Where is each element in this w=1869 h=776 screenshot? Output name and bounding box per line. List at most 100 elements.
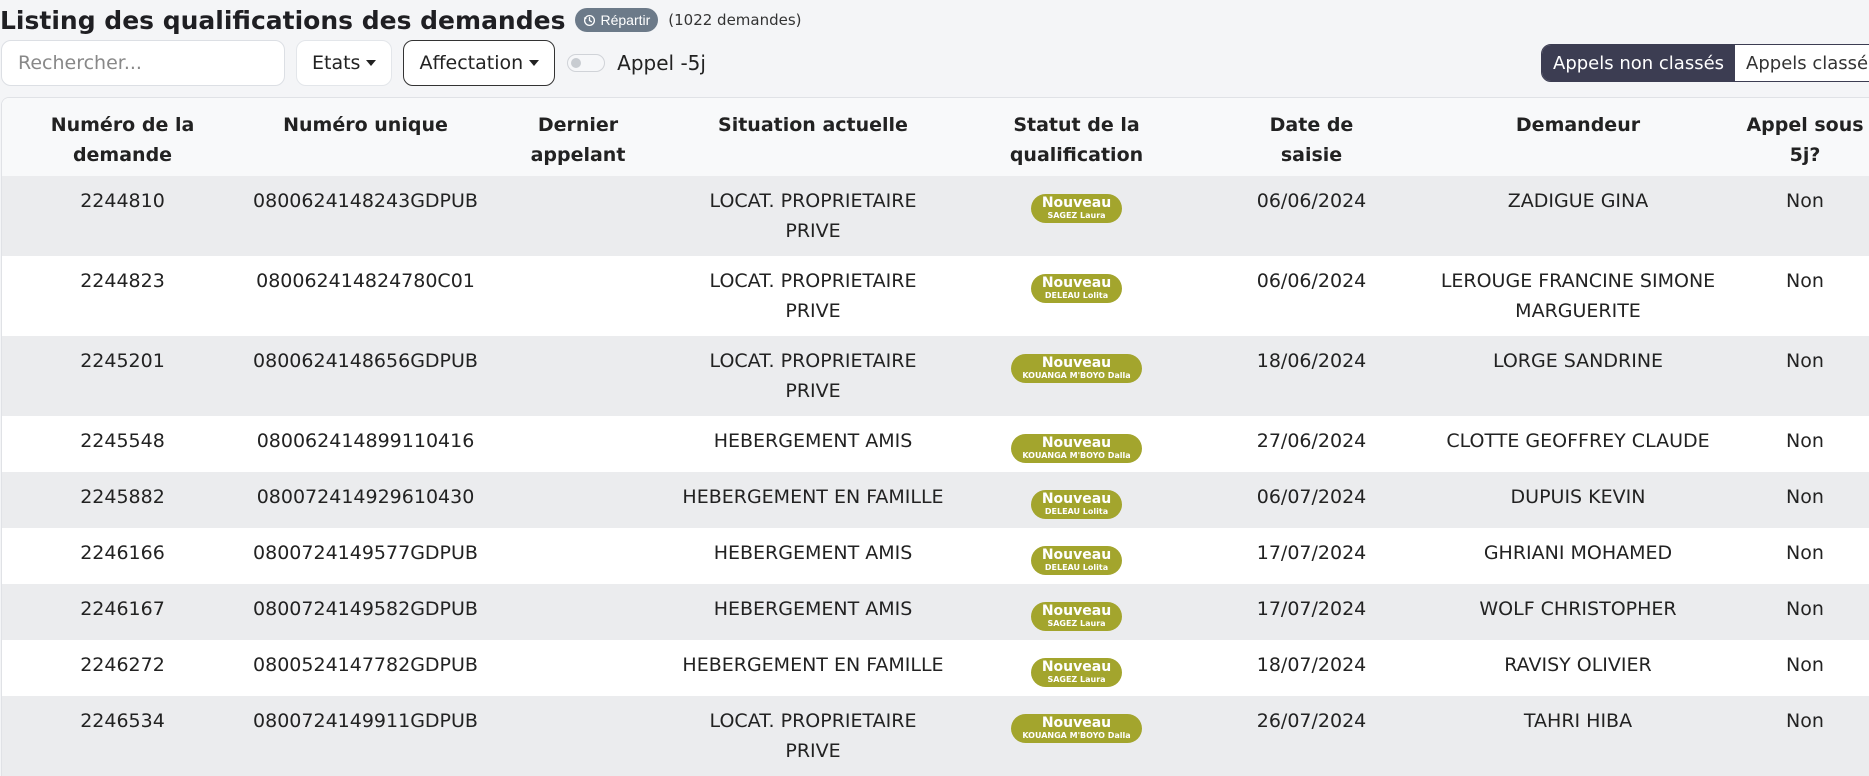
col-demandeur-header[interactable]: Demandeur bbox=[1428, 98, 1728, 176]
situation-line: LOCAT. PROPRIETAIRE bbox=[709, 190, 917, 212]
numero-unique: 0800524147782GDPUB bbox=[253, 654, 478, 676]
status-label: Nouveau bbox=[1041, 195, 1112, 211]
appel-5j-toggle[interactable] bbox=[567, 54, 606, 72]
table-row[interactable]: 2244823 080062414824780C01 LOCAT. PROPRIET… bbox=[2, 256, 1869, 336]
cell-appel-5j: Non bbox=[1728, 472, 1869, 528]
header-label-line: Numéro unique bbox=[283, 114, 448, 136]
status-label: Nouveau bbox=[1041, 715, 1112, 731]
etats-label: Etats bbox=[312, 52, 361, 74]
appel-5j-value: Non bbox=[1786, 430, 1824, 452]
cell-numero-unique: 0800624148656GDPUB bbox=[243, 336, 488, 416]
table-row[interactable]: 2246167 0800724149582GDPUB HEBERGEMENT AMI… bbox=[2, 584, 1869, 640]
repartir-button[interactable]: Répartir bbox=[575, 8, 659, 32]
status-label: Nouveau bbox=[1041, 435, 1112, 451]
appel-5j-value: Non bbox=[1786, 710, 1824, 732]
toggle-knob bbox=[571, 58, 582, 68]
col-numero-demande-header[interactable]: Numéro de la demande bbox=[2, 98, 243, 176]
cell-situation-actuelle: HEBERGEMENT EN FAMILLE bbox=[668, 472, 958, 528]
cell-numero-unique: 0800724149582GDPUB bbox=[243, 584, 488, 640]
cell-numero-demande: 2245882 bbox=[2, 472, 243, 528]
cell-demandeur: ZADIGUE GINA bbox=[1428, 176, 1728, 256]
cell-situation-actuelle: LOCAT. PROPRIETAIRE PRIVE bbox=[668, 256, 958, 336]
search-input[interactable] bbox=[1, 40, 285, 86]
situation-line: PRIVE bbox=[785, 220, 841, 242]
status-agent: DELEAU Lolita bbox=[1044, 291, 1109, 300]
appels-non-classes-tab[interactable]: Appels non classés bbox=[1542, 45, 1736, 81]
appel-5j-value: Non bbox=[1786, 190, 1824, 212]
cell-date-saisie: 06/06/2024 bbox=[1195, 176, 1428, 256]
table-row[interactable]: 2245882 080072414929610430 HEBERGEMENT EN … bbox=[2, 472, 1869, 528]
cell-numero-unique: 0800724149911GDPUB bbox=[243, 696, 488, 776]
date-saisie: 27/06/2024 bbox=[1256, 430, 1367, 452]
cell-numero-unique: 080062414824780C01 bbox=[243, 256, 488, 336]
numero-demande: 2245882 bbox=[80, 486, 165, 508]
status-label: Nouveau bbox=[1041, 491, 1112, 507]
appel-5j-label: Appel -5j bbox=[617, 51, 706, 75]
status-badge: Nouveau SAGEZ Laura bbox=[1030, 194, 1123, 223]
cell-date-saisie: 17/07/2024 bbox=[1195, 528, 1428, 584]
appel-5j-value: Non bbox=[1786, 350, 1824, 372]
cell-situation-actuelle: HEBERGEMENT AMIS bbox=[668, 416, 958, 472]
cell-statut-qualification: Nouveau KOUANGA M'BOYO Dalla bbox=[958, 416, 1195, 472]
date-saisie: 17/07/2024 bbox=[1256, 598, 1367, 620]
appel-5j-value: Non bbox=[1786, 598, 1824, 620]
numero-unique: 0800724149577GDPUB bbox=[253, 542, 478, 564]
table-row[interactable]: 2245201 0800624148656GDPUB LOCAT. PROPRIET… bbox=[2, 336, 1869, 416]
cell-numero-unique: 0800624148243GDPUB bbox=[243, 176, 488, 256]
affectation-dropdown[interactable]: Affectation bbox=[403, 40, 556, 86]
situation-line: HEBERGEMENT AMIS bbox=[713, 542, 913, 564]
appel-5j-value: Non bbox=[1786, 542, 1824, 564]
toolbar: Etats Affectation Appel -5j Appels non c… bbox=[0, 40, 1869, 86]
cell-dernier-appelant bbox=[488, 336, 668, 416]
demandeur-line: CLOTTE GEOFFREY CLAUDE bbox=[1446, 430, 1710, 452]
table-row[interactable]: 2246166 0800724149577GDPUB HEBERGEMENT AMI… bbox=[2, 528, 1869, 584]
header-label-line: 5j? bbox=[1789, 144, 1821, 166]
cell-appel-5j: Non bbox=[1728, 176, 1869, 256]
table-row[interactable]: 2246534 0800724149911GDPUB LOCAT. PROPRIET… bbox=[2, 696, 1869, 776]
numero-demande: 2246166 bbox=[80, 542, 165, 564]
repartir-label: Répartir bbox=[600, 12, 651, 28]
numero-unique: 0800624148656GDPUB bbox=[253, 350, 478, 372]
cell-situation-actuelle: HEBERGEMENT AMIS bbox=[668, 528, 958, 584]
cell-demandeur: GHRIANI MOHAMED bbox=[1428, 528, 1728, 584]
situation-line: LOCAT. PROPRIETAIRE bbox=[709, 710, 917, 732]
numero-demande: 2246167 bbox=[80, 598, 165, 620]
etats-dropdown[interactable]: Etats bbox=[296, 40, 393, 86]
situation-line: HEBERGEMENT AMIS bbox=[713, 598, 913, 620]
status-badge: Nouveau DELEAU Lolita bbox=[1030, 274, 1123, 303]
status-label: Nouveau bbox=[1041, 355, 1112, 371]
cell-dernier-appelant bbox=[488, 256, 668, 336]
demandeur-line: MARGUERITE bbox=[1515, 300, 1641, 322]
col-dernier-appelant-header[interactable]: Dernier appelant bbox=[488, 98, 668, 176]
header-label-line: Numéro de la bbox=[50, 114, 195, 136]
table-row[interactable]: 2244810 0800624148243GDPUB LOCAT. PROPRIET… bbox=[2, 176, 1869, 256]
cell-statut-qualification: Nouveau KOUANGA M'BOYO Dalla bbox=[958, 696, 1195, 776]
status-agent: DELEAU Lolita bbox=[1044, 563, 1109, 572]
page-title: Listing des qualifications des demandes bbox=[0, 5, 566, 35]
cell-situation-actuelle: LOCAT. PROPRIETAIRE PRIVE bbox=[668, 336, 958, 416]
demand-count: (1022 demandes) bbox=[668, 11, 802, 29]
col-statut-qualification-header[interactable]: Statut de la qualification bbox=[958, 98, 1195, 176]
cell-appel-5j: Non bbox=[1728, 696, 1869, 776]
cell-statut-qualification: Nouveau DELEAU Lolita bbox=[958, 528, 1195, 584]
status-agent: DELEAU Lolita bbox=[1044, 507, 1109, 516]
cell-situation-actuelle: HEBERGEMENT AMIS bbox=[668, 584, 958, 640]
status-agent: SAGEZ Laura bbox=[1047, 619, 1106, 628]
status-badge: Nouveau SAGEZ Laura bbox=[1030, 658, 1123, 687]
cell-date-saisie: 18/06/2024 bbox=[1195, 336, 1428, 416]
status-agent: KOUANGA M'BOYO Dalla bbox=[1022, 371, 1131, 380]
status-label: Nouveau bbox=[1041, 547, 1112, 563]
status-label: Nouveau bbox=[1041, 603, 1112, 619]
col-appel-5j-header[interactable]: Appel sous 5j? bbox=[1728, 98, 1869, 176]
col-date-saisie-header[interactable]: Date de saisie bbox=[1195, 98, 1428, 176]
col-situation-actuelle-header[interactable]: Situation actuelle bbox=[668, 98, 958, 176]
col-numero-unique-header[interactable]: Numéro unique bbox=[243, 98, 488, 176]
table-row[interactable]: 2246272 0800524147782GDPUB HEBERGEMENT EN … bbox=[2, 640, 1869, 696]
table-row[interactable]: 2245548 080062414899110416 HEBERGEMENT AMI… bbox=[2, 416, 1869, 472]
caret-down-icon bbox=[529, 60, 540, 66]
demandeur-line: ZADIGUE GINA bbox=[1507, 190, 1649, 212]
cell-situation-actuelle: HEBERGEMENT EN FAMILLE bbox=[668, 640, 958, 696]
numero-demande: 2245548 bbox=[80, 430, 165, 452]
appels-classes-tab[interactable]: Appels classés bbox=[1735, 45, 1869, 81]
cell-demandeur: LORGE SANDRINE bbox=[1428, 336, 1728, 416]
